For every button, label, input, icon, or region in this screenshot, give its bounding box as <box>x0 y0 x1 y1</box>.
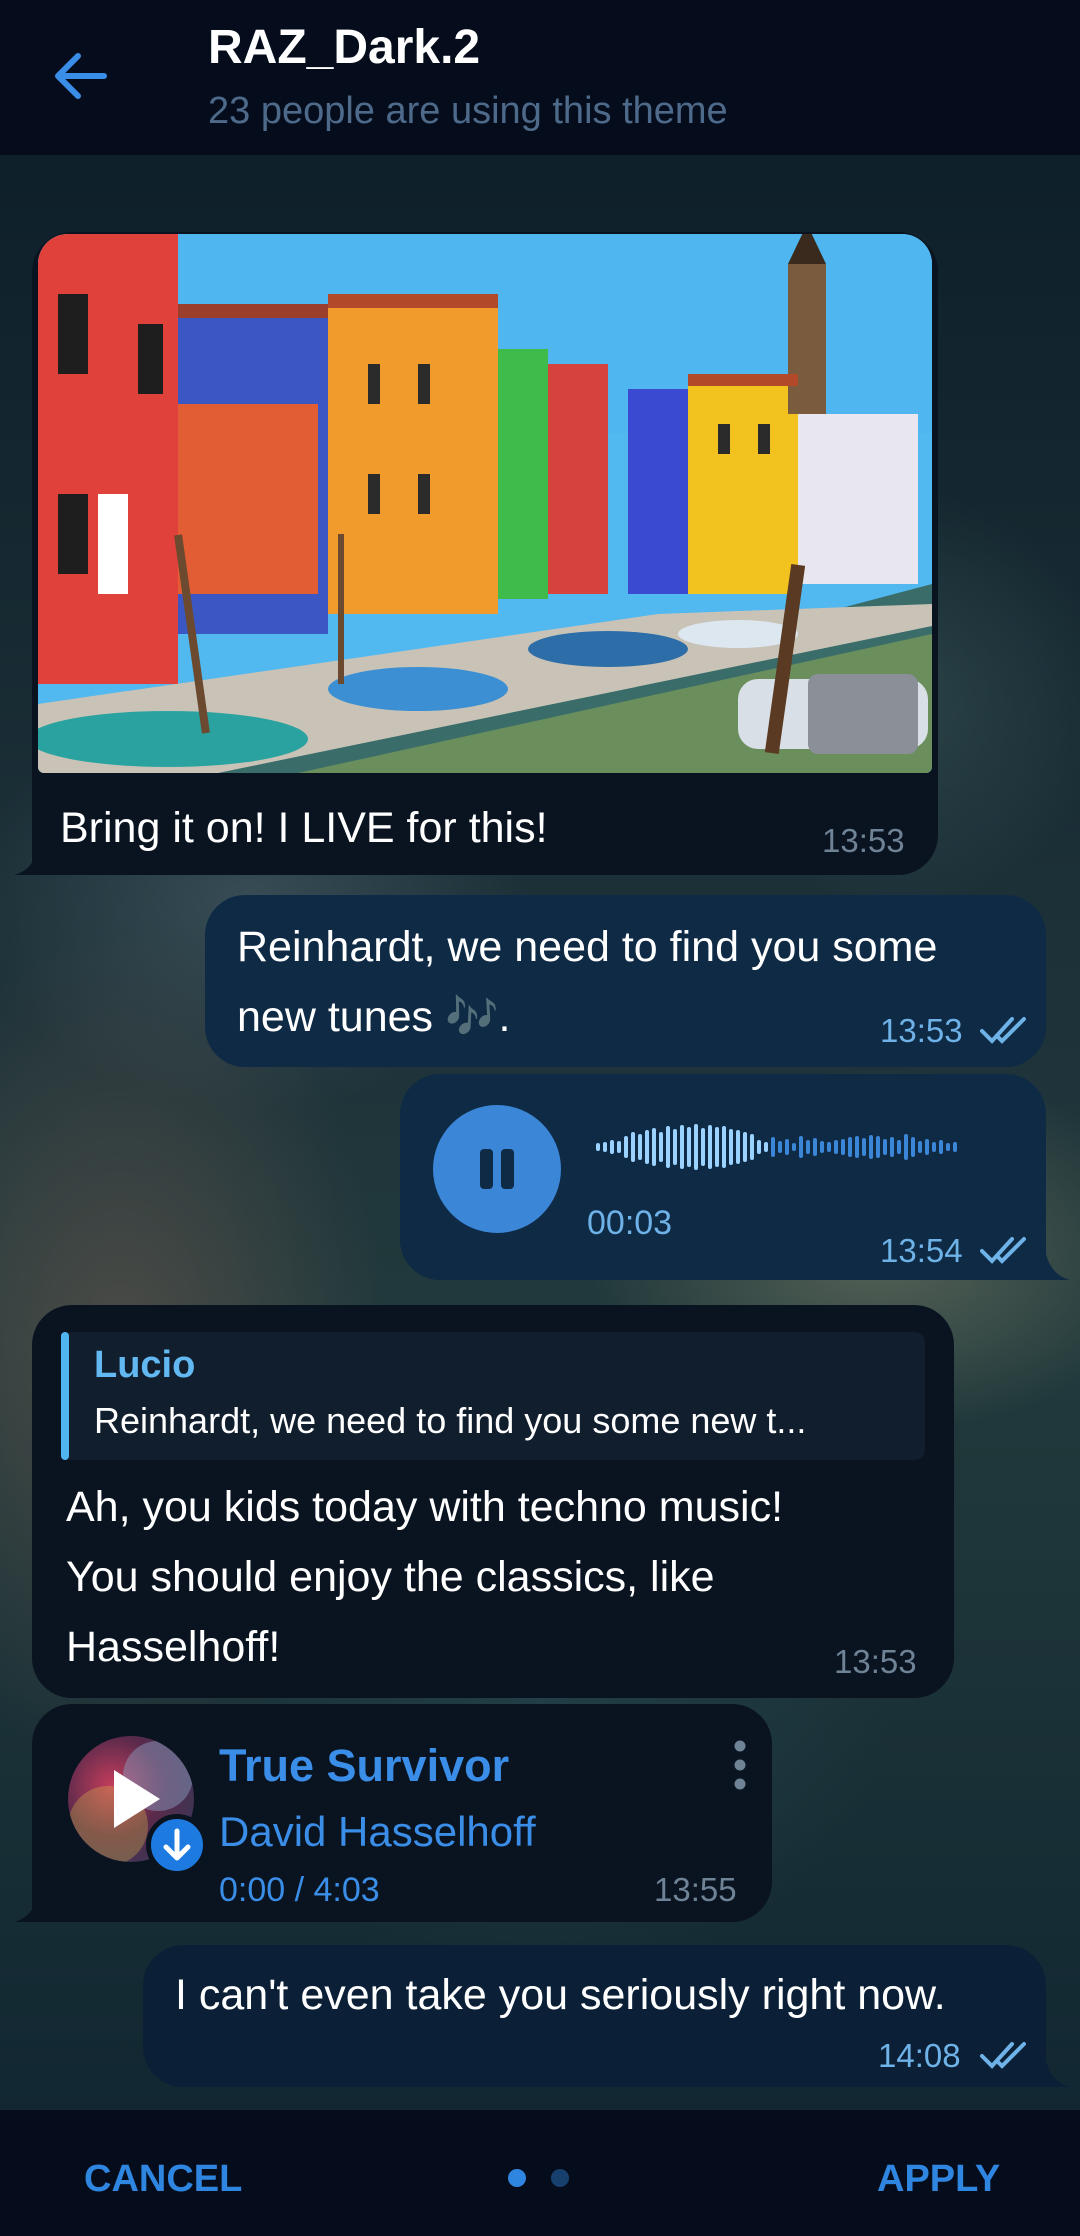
message-text-line: Reinhardt, we need to find you some <box>237 923 938 971</box>
waveform-bar <box>701 1128 705 1166</box>
page-indicator-dot[interactable] <box>551 2169 569 2187</box>
waveform-bar <box>918 1141 922 1153</box>
song-title: True Survivor <box>219 1740 510 1791</box>
quoted-reply[interactable]: Lucio Reinhardt, we need to find you som… <box>61 1332 925 1460</box>
waveform-bar <box>757 1140 761 1154</box>
waveform-bar <box>750 1134 754 1160</box>
waveform-bar <box>743 1132 747 1162</box>
voice-elapsed: 00:03 <box>587 1204 673 1242</box>
photo-caption: Bring it on! I LIVE for this! <box>60 804 548 852</box>
waveform-bar <box>666 1126 670 1168</box>
more-vert-icon[interactable] <box>732 1740 748 1790</box>
waveform-bar <box>778 1141 782 1153</box>
waveform-bar <box>659 1132 663 1162</box>
waveform-bar <box>911 1137 915 1157</box>
bubble-tail <box>14 845 54 875</box>
waveform-bar <box>925 1139 929 1155</box>
waveform-bar <box>953 1142 957 1152</box>
download-button[interactable] <box>146 1814 208 1876</box>
waveform-bar <box>855 1136 859 1158</box>
message-time: 13:53 <box>834 1643 917 1680</box>
waveform-bar <box>890 1137 894 1157</box>
double-check-icon <box>980 2042 1026 2069</box>
waveform-bar <box>673 1129 677 1165</box>
waveform-bar <box>827 1142 831 1152</box>
waveform-bar <box>946 1143 950 1151</box>
waveform-bar <box>771 1137 775 1157</box>
waveform-bar <box>722 1126 726 1168</box>
message-text: I can't even take you seriously right no… <box>175 1971 946 2019</box>
waveform-bar <box>876 1136 880 1158</box>
back-arrow-icon[interactable] <box>50 48 110 104</box>
cancel-button[interactable]: CANCEL <box>84 2158 242 2201</box>
message-time: 13:54 <box>880 1232 963 1269</box>
theme-title: RAZ_Dark.2 <box>208 21 481 74</box>
waveform-bar <box>638 1134 642 1160</box>
bubble-tail <box>1030 1250 1070 1280</box>
waveform-bar <box>708 1125 712 1169</box>
top-bar: RAZ_Dark.2 23 people are using this them… <box>0 0 1080 155</box>
double-check-icon <box>980 1237 1026 1264</box>
waveform-bar <box>596 1143 600 1151</box>
message-text-line: You should enjoy the classics, like <box>66 1553 715 1601</box>
reply-accent-bar <box>61 1332 69 1460</box>
bubble-tail <box>1030 2057 1070 2087</box>
waveform-bar <box>869 1135 873 1159</box>
waveform-bar <box>806 1140 810 1154</box>
reply-author: Lucio <box>94 1344 196 1386</box>
waveform-bar <box>820 1141 824 1153</box>
pause-button[interactable] <box>433 1105 561 1233</box>
waveform-bar <box>932 1142 936 1152</box>
waveform-bar <box>610 1140 614 1154</box>
waveform-bar <box>687 1127 691 1167</box>
reply-preview: Reinhardt, we need to find you some new … <box>94 1400 807 1441</box>
waveform-bar <box>785 1139 789 1155</box>
message-time: 13:53 <box>880 1012 963 1049</box>
waveform-bar <box>841 1139 845 1155</box>
waveform-bar <box>729 1129 733 1165</box>
waveform-bar <box>715 1127 719 1167</box>
waveform-bar <box>736 1130 740 1164</box>
message-time: 14:08 <box>878 2037 961 2074</box>
message-photo[interactable] <box>38 234 932 773</box>
waveform-bar <box>799 1136 803 1158</box>
message-text-line: Ah, you kids today with techno music! <box>66 1483 784 1531</box>
message-text-line: Hasselhoff! <box>66 1623 281 1671</box>
waveform-bar <box>883 1139 887 1155</box>
waveform-bar <box>680 1125 684 1169</box>
song-progress: 0:00 / 4:03 <box>219 1871 380 1909</box>
waveform-bar <box>897 1140 901 1154</box>
waveform-bar <box>792 1143 796 1151</box>
waveform-bar <box>848 1137 852 1157</box>
waveform-bar <box>834 1140 838 1154</box>
waveform-bar <box>862 1138 866 1156</box>
bubble-tail <box>14 1892 54 1922</box>
page-indicator-dot[interactable] <box>508 2169 526 2187</box>
waveform-bar <box>939 1140 943 1154</box>
waveform-bar <box>617 1141 621 1153</box>
waveform-bar <box>603 1142 607 1152</box>
double-check-icon <box>980 1017 1026 1044</box>
waveform-bar <box>694 1124 698 1170</box>
waveform-bar <box>652 1128 656 1166</box>
message-text-line: new tunes 🎶. <box>237 993 511 1041</box>
waveform-bar <box>631 1132 635 1162</box>
pause-icon <box>480 1149 514 1189</box>
theme-usage-count: 23 people are using this theme <box>208 90 728 132</box>
message-time: 13:55 <box>654 1871 737 1908</box>
waveform-bar <box>904 1134 908 1160</box>
download-icon <box>163 1828 191 1861</box>
voice-waveform[interactable] <box>596 1124 960 1174</box>
message-time: 13:53 <box>822 822 905 859</box>
waveform-bar <box>764 1142 768 1152</box>
song-artist: David Hasselhoff <box>219 1808 536 1855</box>
waveform-bar <box>645 1130 649 1164</box>
apply-button[interactable]: APPLY <box>877 2158 1000 2201</box>
waveform-bar <box>813 1138 817 1156</box>
waveform-bar <box>624 1136 628 1158</box>
